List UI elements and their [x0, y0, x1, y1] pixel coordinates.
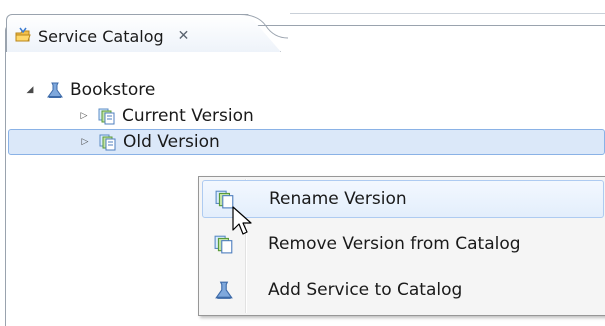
- tree-item-label: Bookstore: [70, 80, 156, 100]
- tree-item-label: Current Version: [122, 106, 254, 126]
- mouse-cursor-icon: [232, 206, 252, 235]
- service-icon: [202, 280, 246, 300]
- tab-header: Service Catalog ✕: [14, 22, 189, 50]
- tab-curve: [240, 14, 288, 39]
- catalog-icon: [14, 27, 32, 45]
- tree-item-old-version[interactable]: ▷ Old Version: [8, 129, 605, 155]
- version-icon: [98, 107, 116, 125]
- expanded-arrow-icon[interactable]: ◢: [24, 84, 36, 96]
- menu-item-add-service[interactable]: Add Service to Catalog: [202, 271, 604, 309]
- tab-title: Service Catalog: [38, 26, 164, 46]
- tree-item-label: Old Version: [123, 132, 220, 152]
- menu-item-remove-version[interactable]: Remove Version from Catalog: [202, 225, 604, 263]
- menu-item-label: Add Service to Catalog: [268, 280, 463, 300]
- close-icon[interactable]: ✕: [178, 28, 190, 44]
- service-icon: [46, 81, 64, 99]
- collapsed-arrow-icon[interactable]: ▷: [78, 110, 90, 122]
- context-menu: Rename Version Remove Version from Catal…: [198, 176, 605, 316]
- version-icon: [99, 133, 117, 151]
- tree-item-bookstore[interactable]: ◢ Bookstore: [8, 77, 605, 103]
- menu-item-label: Rename Version: [269, 189, 407, 209]
- menu-item-rename-version[interactable]: Rename Version: [202, 180, 604, 218]
- collapsed-arrow-icon[interactable]: ▷: [79, 136, 91, 148]
- menu-item-label: Remove Version from Catalog: [268, 234, 521, 254]
- tree-item-current-version[interactable]: ▷ Current Version: [8, 103, 605, 129]
- tab-strip-divider: [290, 13, 605, 14]
